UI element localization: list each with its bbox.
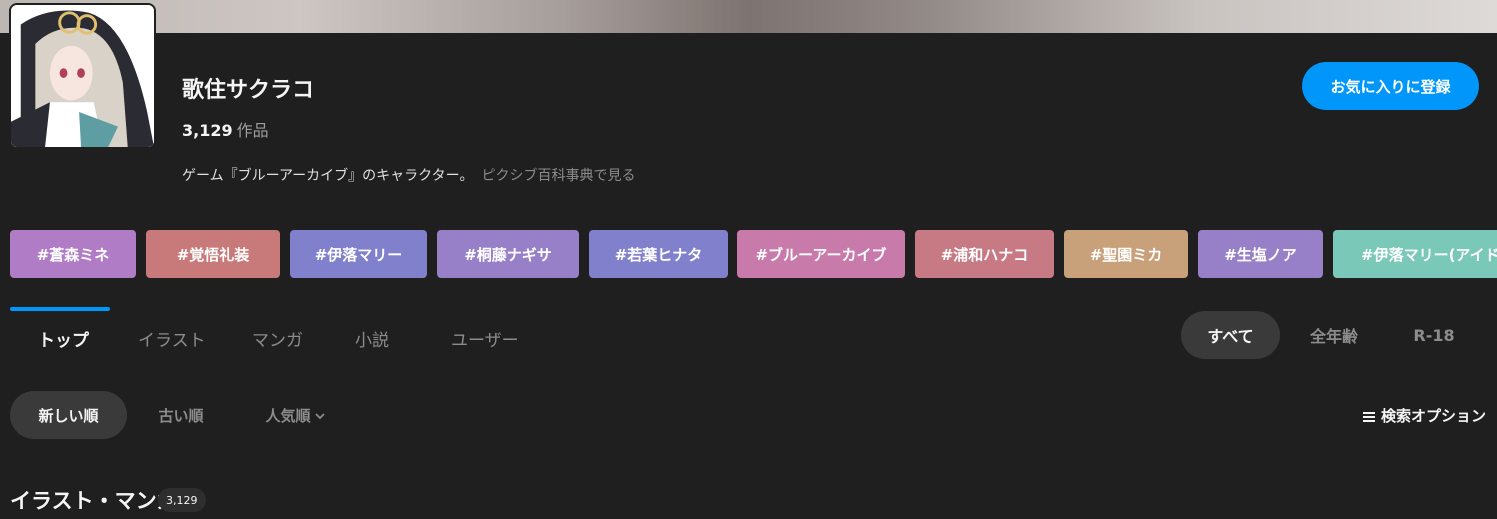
dictionary-link[interactable]: ピクシブ百科事典で見る bbox=[481, 168, 635, 184]
age-filter-all[interactable]: すべて bbox=[1181, 311, 1280, 359]
cover-image bbox=[0, 0, 1497, 33]
related-tag[interactable]: #伊落マリー bbox=[290, 230, 427, 278]
related-tag[interactable]: #生塩ノア bbox=[1198, 230, 1323, 278]
sort-oldest[interactable]: 古い順 bbox=[137, 391, 225, 439]
add-favorite-button[interactable]: お気に入りに登録 bbox=[1302, 62, 1479, 110]
sort-popular[interactable]: 人気順 bbox=[245, 391, 345, 439]
section-count-badge: 3,129 bbox=[158, 488, 206, 512]
related-tag[interactable]: #若葉ヒナタ bbox=[589, 230, 728, 278]
tab-illust[interactable]: イラスト bbox=[138, 326, 206, 351]
tab-top[interactable]: トップ bbox=[38, 326, 89, 351]
tab-user[interactable]: ユーザー bbox=[451, 326, 519, 351]
tab-manga[interactable]: マンガ bbox=[252, 326, 303, 351]
work-count-unit: 作品 bbox=[236, 121, 269, 140]
search-options-button[interactable]: 検索オプション bbox=[1363, 405, 1486, 426]
tag-thumbnail bbox=[9, 3, 156, 149]
chevron-down-icon bbox=[314, 406, 325, 424]
related-tag[interactable]: #ブルーアーカイブ bbox=[737, 230, 905, 278]
related-tag[interactable]: #伊落マリー(アイドル) bbox=[1333, 230, 1497, 278]
related-tag[interactable]: #浦和ハナコ bbox=[915, 230, 1054, 278]
description-text: ゲーム『ブルーアーカイブ』のキャラクター。 bbox=[182, 168, 474, 184]
related-tag[interactable]: #蒼森ミネ bbox=[10, 230, 136, 278]
related-tag[interactable]: #覚悟礼装 bbox=[146, 230, 280, 278]
section-title: イラスト・マンガ bbox=[10, 489, 178, 513]
related-tag[interactable]: #聖園ミカ bbox=[1064, 230, 1188, 278]
related-tag[interactable]: #桐藤ナギサ bbox=[437, 230, 579, 278]
work-count-number: 3,129 bbox=[182, 121, 233, 140]
tab-novel[interactable]: 小説 bbox=[355, 326, 389, 351]
active-tab-indicator bbox=[10, 307, 110, 311]
work-count: 3,129 作品 bbox=[182, 117, 269, 141]
menu-icon bbox=[1363, 411, 1375, 422]
sort-newest[interactable]: 新しい順 bbox=[10, 391, 127, 439]
tag-title: 歌住サクラコ bbox=[182, 78, 315, 103]
age-filter-r18[interactable]: R-18 bbox=[1400, 311, 1468, 359]
related-tags: #蒼森ミネ #覚悟礼装 #伊落マリー #桐藤ナギサ #若葉ヒナタ #ブルーアーカ… bbox=[10, 230, 1497, 278]
search-options-label: 検索オプション bbox=[1381, 407, 1487, 425]
sort-popular-label: 人気順 bbox=[265, 406, 311, 425]
age-filter-safe[interactable]: 全年齢 bbox=[1290, 311, 1378, 359]
tag-description: ゲーム『ブルーアーカイブ』のキャラクター。 ピクシブ百科事典で見る bbox=[182, 165, 635, 185]
